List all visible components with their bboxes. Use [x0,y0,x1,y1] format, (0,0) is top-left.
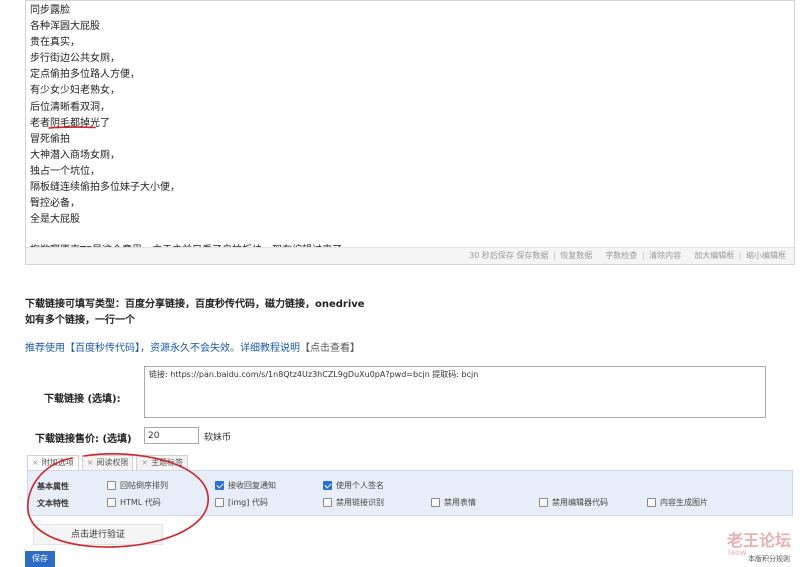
editor-line: 全是大屁股 [30,214,80,226]
checkbox-box [647,498,656,507]
tab-close-icon[interactable]: × [32,458,39,467]
reverse-order-checkbox[interactable]: 回帖倒序排列 [107,480,168,491]
use-signature-checkbox[interactable]: 使用个人签名 [323,480,384,491]
enlarge-editor-link[interactable]: 加大编辑框 [694,251,734,260]
post-editor[interactable]: 同步露脸 各种浑圆大屁股 贵在真实， 步行街边公共女厕， 定点偷拍多位路人方便，… [25,0,795,265]
tab-topic-tags[interactable]: × 主题标签 [136,455,189,470]
red-underline-annotation [48,126,96,129]
editor-footer: 30 秒后保存 保存数据 | 恢复数据 字数检查 | 清除内容 加大编辑框 | … [26,247,794,264]
save-button[interactable]: 保存 [25,551,55,567]
checkbox-box [107,481,116,490]
checkbox-box [215,498,224,507]
editor-line: 后位清晰看双洞， [30,101,110,113]
download-link-field[interactable] [144,366,766,418]
editor-line: 冒死偷拍 [30,133,70,145]
tab-read-permission[interactable]: × 阅读权限 [81,455,134,470]
tab-close-icon[interactable]: × [87,458,94,467]
editor-line: 大神潜入商场女厕， [30,149,120,161]
autosave-countdown: 30 秒后保存 [469,251,514,260]
editor-line: 贵在真实， [30,37,80,49]
recommend-hint: 推荐使用【百度秒传代码】，资源永久不会失效。详细教程说明【点击查看】 [25,342,360,356]
options-tabs: × 附加选项 × 阅读权限 × 主题标签 [27,455,191,470]
editor-line: 定点偷拍多位路人方便， [30,69,140,81]
editor-line: 独占一个坑位， [30,165,100,177]
restore-data-link[interactable]: 恢复数据 [560,251,592,260]
link-type-hint: 下载链接可填写类型：百度分享链接，百度秒传代码，磁力链接，onedrive [25,299,365,310]
editor-blank-line [30,228,790,243]
disable-emoji-checkbox[interactable]: 禁用表情 [431,497,476,508]
editor-content[interactable]: 同步露脸 各种浑圆大屁股 贵在真实， 步行街边公共女厕， 定点偷拍多位路人方便，… [26,1,794,256]
checkbox-checked [323,481,332,490]
forum-watermark-sub: laow [728,548,747,557]
recommend-text: 推荐使用【百度秒传代码】，资源永久不会失效。详细教程说明 [25,343,300,354]
checkbox-box [539,498,548,507]
rules-link[interactable]: 本版积分规则 [748,554,790,564]
editor-line: 臀控必备， [30,198,80,210]
options-panel: 基本属性 文本特性 回帖倒序排列 接收回复通知 使用个人签名 HTML 代码 [… [27,470,793,516]
checkbox-box [431,498,440,507]
editor-line: 同步露脸 [30,5,70,16]
content-image-checkbox[interactable]: 内容生成图片 [647,497,708,508]
multi-link-hint: 如有多个链接，一行一个 [25,315,135,326]
view-tutorial-link[interactable]: 【点击查看】 [300,343,360,354]
disable-editor-code-checkbox[interactable]: 禁用编辑器代码 [539,497,608,508]
download-link-label: 下载链接 (选填): [44,394,121,405]
editor-line: 隔板缝连续偷拍多位妹子大小便， [30,182,180,194]
shrink-editor-link[interactable]: 缩小编辑框 [746,251,786,260]
checkbox-box [107,498,116,507]
img-code-checkbox[interactable]: [img] 代码 [215,497,268,508]
checkbox-checked [215,481,224,490]
html-code-checkbox[interactable]: HTML 代码 [107,497,161,508]
disable-link-checkbox[interactable]: 禁用链接识别 [323,497,384,508]
basic-attributes-label: 基本属性 [37,482,69,491]
editor-line: 步行街边公共女厕， [30,53,120,65]
tab-close-icon[interactable]: × [141,458,148,467]
save-data-link[interactable]: 保存数据 [516,251,548,260]
receive-reply-checkbox[interactable]: 接收回复通知 [215,480,276,491]
clear-content-link[interactable]: 清除内容 [649,251,681,260]
checkbox-box [323,498,332,507]
price-label: 下载链接售价: (选填) [35,434,132,445]
price-unit: 软妹币 [204,433,232,443]
word-check-link[interactable]: 字数检查 [605,251,637,260]
editor-line: 老者阴毛都掉光了 [30,117,110,129]
editor-line: 各种浑圆大屁股 [30,21,100,33]
price-input[interactable] [144,427,199,444]
verify-button[interactable]: 点击进行验证 [33,524,163,545]
tab-extra-options[interactable]: × 附加选项 [27,455,79,470]
text-features-label: 文本特性 [37,499,69,508]
editor-line: 有少女少妇老熟女， [30,85,120,97]
